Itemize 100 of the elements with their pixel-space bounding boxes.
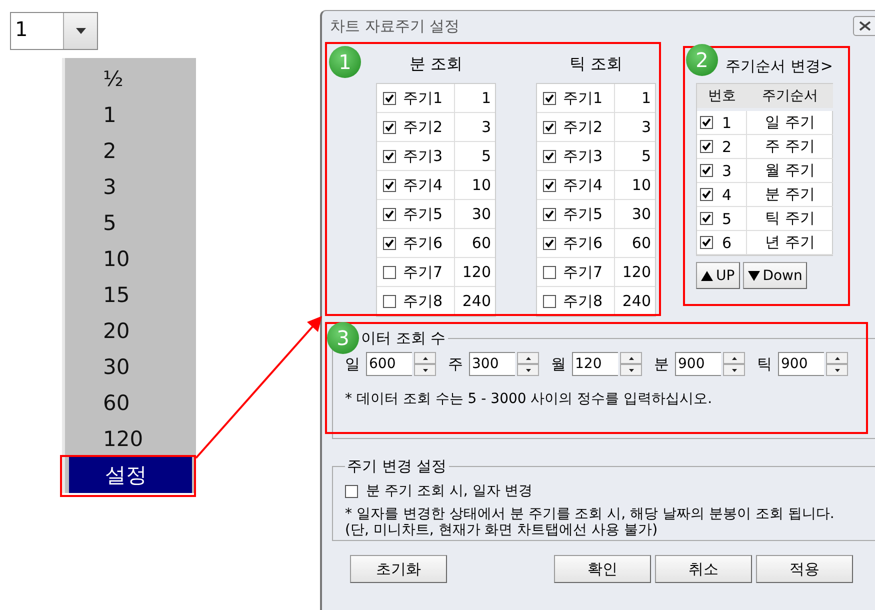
field-label: 월 bbox=[551, 354, 566, 374]
spin-up-button[interactable] bbox=[414, 352, 436, 364]
table-cell: 240 bbox=[615, 287, 655, 316]
dropdown-item[interactable]: 120 bbox=[65, 421, 196, 457]
table-cell: 30 bbox=[455, 200, 495, 229]
checkbox[interactable] bbox=[383, 178, 396, 192]
spin-down-button[interactable] bbox=[723, 364, 745, 376]
combo-value: 1 bbox=[14, 16, 29, 43]
checkbox[interactable] bbox=[383, 92, 396, 104]
checkbox[interactable] bbox=[700, 236, 713, 249]
table-cell: 월 주기 bbox=[747, 159, 833, 183]
number-field[interactable]: 600 bbox=[366, 352, 412, 376]
spin-down-button[interactable] bbox=[517, 364, 539, 376]
checkbox[interactable] bbox=[543, 150, 556, 162]
table-cell: 틱 주기 bbox=[747, 207, 833, 231]
up-arrow-icon bbox=[834, 356, 840, 360]
hint-text: * 일자를 변경한 상태에서 분 주기를 조회 시, 해당 날짜의 분봉이 조회 됩니다.(단, 미니차트, 현재가 화면 차트탭에선 사용 불가) bbox=[345, 506, 836, 538]
table-cell: 3 bbox=[455, 113, 495, 142]
period-label: 주기3 bbox=[563, 146, 603, 166]
dropdown-item[interactable]: 5 bbox=[65, 205, 196, 241]
dropdown-field[interactable]: 1 bbox=[10, 12, 98, 50]
checkbox[interactable] bbox=[543, 178, 556, 192]
table-cell: 30 bbox=[615, 200, 655, 229]
period-label: 주기1 bbox=[403, 88, 443, 108]
period-label: 주기8 bbox=[563, 292, 603, 310]
checkbox[interactable] bbox=[543, 294, 556, 308]
spin-up-button[interactable] bbox=[723, 352, 745, 364]
checkbox[interactable] bbox=[700, 116, 713, 129]
table-cell: 60 bbox=[615, 229, 655, 258]
column-header: 번호 bbox=[697, 84, 747, 111]
field-label: 틱 bbox=[757, 354, 772, 374]
table-cell: 년 주기 bbox=[747, 231, 833, 255]
close-icon bbox=[859, 21, 871, 31]
spin-down-button[interactable] bbox=[414, 364, 436, 376]
dropdown-item[interactable]: 3 bbox=[65, 169, 196, 205]
row-number: 2 bbox=[722, 138, 732, 156]
spin-down-button[interactable] bbox=[620, 364, 642, 376]
period-label: 주기2 bbox=[403, 118, 443, 136]
apply-button[interactable]: 적용 bbox=[756, 555, 853, 583]
close-button[interactable] bbox=[853, 16, 875, 36]
period-label: 주기6 bbox=[563, 234, 603, 252]
checkbox[interactable] bbox=[700, 140, 713, 153]
period-label: 주기6 bbox=[403, 234, 443, 252]
number-field[interactable]: 120 bbox=[572, 352, 618, 376]
dropdown-item[interactable]: ½ bbox=[65, 61, 196, 97]
row-number: 4 bbox=[722, 186, 732, 204]
number-field[interactable]: 900 bbox=[778, 352, 824, 376]
table-cell: 일 주기 bbox=[747, 111, 833, 135]
field-label: 주 bbox=[448, 354, 463, 374]
dropdown-item[interactable]: 30 bbox=[65, 349, 196, 385]
number-field[interactable]: 900 bbox=[675, 352, 721, 376]
column-header: 주기순서 bbox=[747, 84, 833, 111]
checkbox[interactable] bbox=[383, 294, 396, 308]
checkbox[interactable] bbox=[700, 164, 713, 177]
cancel-button[interactable]: 취소 bbox=[655, 555, 752, 583]
checkbox[interactable] bbox=[383, 150, 396, 162]
row-number: 1 bbox=[722, 114, 732, 132]
period-label: 주기4 bbox=[403, 176, 443, 194]
table-cell: 분 주기 bbox=[747, 183, 833, 207]
ok-button[interactable]: 확인 bbox=[554, 555, 651, 583]
dropdown-item[interactable]: 1 bbox=[65, 97, 196, 133]
reset-button[interactable]: 초기화 bbox=[350, 555, 447, 583]
down-arrow-icon bbox=[422, 368, 428, 372]
move-up-button[interactable]: UP bbox=[696, 262, 740, 289]
number-field[interactable]: 300 bbox=[469, 352, 515, 376]
period-label: 주기5 bbox=[563, 204, 603, 224]
group-title: 이터 조회 수 bbox=[360, 329, 447, 348]
dropdown-item[interactable]: 설정 bbox=[69, 457, 192, 493]
table-cell: 60 bbox=[455, 229, 495, 258]
down-arrow-icon bbox=[628, 368, 634, 372]
dropdown-button[interactable] bbox=[63, 13, 97, 49]
period-label: 주기4 bbox=[563, 176, 603, 194]
row-number: 6 bbox=[722, 234, 732, 252]
checkbox[interactable] bbox=[700, 212, 713, 225]
checkbox[interactable] bbox=[383, 208, 396, 220]
period-label: 주기7 bbox=[403, 262, 443, 282]
checkbox[interactable] bbox=[543, 208, 556, 220]
table-cell: 10 bbox=[455, 171, 495, 200]
dropdown-item[interactable]: 10 bbox=[65, 241, 196, 277]
spin-up-button[interactable] bbox=[517, 352, 539, 364]
checkbox[interactable] bbox=[543, 120, 556, 134]
checkbox[interactable] bbox=[543, 92, 556, 104]
table-cell: 10 bbox=[615, 171, 655, 200]
checkbox[interactable] bbox=[383, 236, 396, 250]
dropdown-item[interactable]: 15 bbox=[65, 277, 196, 313]
checkbox[interactable] bbox=[383, 266, 396, 278]
spin-down-button[interactable] bbox=[826, 364, 848, 376]
checkbox[interactable] bbox=[543, 236, 556, 250]
checkbox[interactable] bbox=[383, 120, 396, 134]
spin-up-button[interactable] bbox=[826, 352, 848, 364]
move-down-button[interactable]: Down bbox=[742, 262, 808, 289]
dropdown-item[interactable]: 20 bbox=[65, 313, 196, 349]
period-label: 주기3 bbox=[403, 146, 443, 166]
spin-up-button[interactable] bbox=[620, 352, 642, 364]
checkbox[interactable] bbox=[700, 188, 713, 201]
checkbox[interactable] bbox=[543, 266, 556, 278]
down-arrow-icon bbox=[526, 368, 530, 372]
dropdown-item[interactable]: 60 bbox=[65, 385, 196, 421]
checkbox[interactable] bbox=[345, 484, 358, 498]
dropdown-item[interactable]: 2 bbox=[65, 133, 196, 169]
